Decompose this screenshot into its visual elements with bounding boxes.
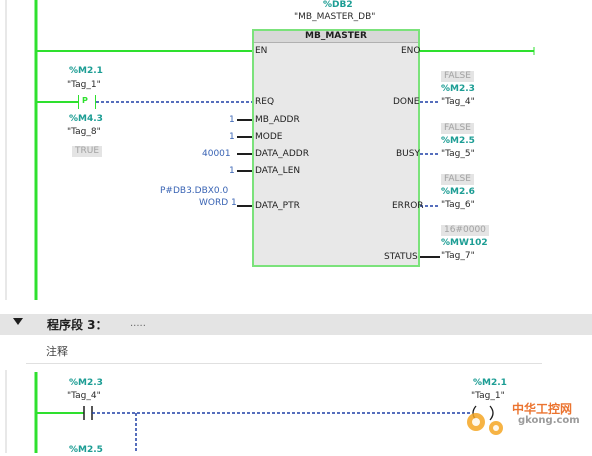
done-tag[interactable]: "Tag_4" [441, 97, 475, 108]
pin-en: EN [255, 46, 268, 56]
comment-divider [26, 363, 542, 364]
instance-db-address: %DB2 [323, 0, 353, 10]
pin-status: STATUS [384, 252, 418, 262]
done-state-badge: FALSE [441, 71, 474, 82]
edge-state-badge: TRUE [72, 146, 103, 157]
status-state-badge: 16#0000 [441, 225, 489, 236]
net3-coil-tag[interactable]: "Tag_1" [471, 391, 505, 402]
edge-memory-tag[interactable]: "Tag_8" [67, 127, 101, 138]
pin-error: ERROR [392, 201, 424, 211]
data-ptr-value[interactable]: P#DB3.DBX0.0 [160, 186, 228, 197]
req-contact-tag[interactable]: "Tag_1" [67, 80, 101, 91]
error-address[interactable]: %M2.6 [441, 187, 475, 198]
network3-comment[interactable]: 注释 [46, 343, 68, 359]
pin-data-len: DATA_LEN [255, 166, 301, 176]
collapse-triangle-icon[interactable] [13, 318, 23, 325]
pin-mb-addr: MB_ADDR [255, 115, 300, 125]
data-addr-value[interactable]: 40001 [202, 149, 231, 160]
instance-db-name[interactable]: "MB_MASTER_DB" [294, 12, 375, 23]
pin-data-ptr: DATA_PTR [255, 201, 300, 211]
p-edge-symbol: P [82, 96, 88, 105]
busy-state-badge: FALSE [441, 123, 474, 134]
net3-coil-address[interactable]: %M2.1 [473, 378, 507, 389]
edge-memory-address[interactable]: %M4.3 [69, 114, 103, 125]
network3-title-placeholder[interactable]: ..... [130, 318, 146, 329]
busy-tag[interactable]: "Tag_5" [441, 149, 475, 160]
mode-value[interactable]: 1 [229, 132, 235, 143]
gear-logo-icon [462, 402, 510, 440]
done-address[interactable]: %M2.3 [441, 84, 475, 95]
req-contact-address[interactable]: %M2.1 [69, 66, 103, 77]
mb-master-block[interactable] [252, 29, 420, 267]
block-title: MB_MASTER [305, 31, 367, 41]
pin-eno: ENO [401, 46, 421, 56]
pin-done: DONE [393, 97, 420, 107]
pin-mode: MODE [255, 132, 283, 142]
status-tag[interactable]: "Tag_7" [441, 251, 475, 262]
network3-title: 程序段 3： [47, 318, 108, 332]
status-address[interactable]: %MW102 [441, 238, 488, 249]
pin-data-addr: DATA_ADDR [255, 149, 309, 159]
busy-address[interactable]: %M2.5 [441, 136, 475, 147]
data-ptr-type[interactable]: WORD 1 [199, 198, 237, 209]
net3-contact1-address[interactable]: %M2.3 [69, 378, 103, 389]
net3-contact2-address[interactable]: %M2.5 [69, 445, 103, 456]
pin-req: REQ [255, 97, 275, 107]
net3-contact1-tag[interactable]: "Tag_4" [67, 391, 101, 402]
error-state-badge: FALSE [441, 174, 474, 185]
error-tag[interactable]: "Tag_6" [441, 200, 475, 211]
data-len-value[interactable]: 1 [229, 166, 235, 177]
watermark-url: gkong.com [518, 415, 580, 426]
pin-busy: BUSY [396, 149, 420, 159]
mb-addr-value[interactable]: 1 [229, 115, 235, 126]
